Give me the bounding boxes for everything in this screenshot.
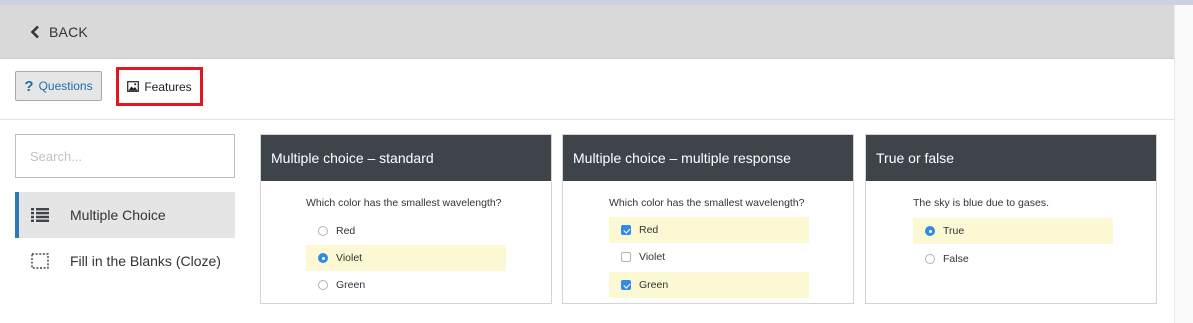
features-button[interactable]: Features xyxy=(116,67,203,106)
card-question: The sky is blue due to gases. xyxy=(913,197,1049,209)
checkbox-checked-icon xyxy=(621,280,631,290)
chevron-left-icon xyxy=(30,25,39,39)
option-row: Red xyxy=(306,218,506,244)
option-label: Red xyxy=(639,224,659,236)
list-icon xyxy=(29,208,51,222)
radio-selected-icon xyxy=(925,226,935,236)
option-label: True xyxy=(943,225,965,237)
sidebar-item-label: Multiple Choice xyxy=(70,207,166,223)
sidebar-item-label: Fill in the Blanks (Cloze) xyxy=(70,253,221,269)
card-question: Which color has the smallest wavelength? xyxy=(306,197,502,209)
questions-label: Questions xyxy=(38,79,93,93)
radio-icon xyxy=(318,226,328,236)
back-label: BACK xyxy=(49,24,88,40)
card-true-or-false[interactable]: True or false The sky is blue due to gas… xyxy=(865,134,1157,304)
option-row: Violet xyxy=(609,244,809,270)
option-label: Violet xyxy=(639,251,666,263)
sidebar-item-multiple-choice[interactable]: Multiple Choice xyxy=(15,192,235,238)
features-label: Features xyxy=(144,79,192,94)
card-multiple-choice-standard[interactable]: Multiple choice – standard Which color h… xyxy=(260,134,552,304)
card-title: Multiple choice – multiple response xyxy=(563,135,853,181)
card-question: Which color has the smallest wavelength? xyxy=(609,197,805,209)
checkbox-icon xyxy=(621,252,631,262)
back-button[interactable]: BACK xyxy=(30,22,88,42)
option-label: Violet xyxy=(336,252,363,264)
image-icon xyxy=(127,81,140,92)
dashed-box-icon xyxy=(29,253,51,269)
search-input[interactable] xyxy=(15,134,235,178)
option-row: True xyxy=(913,218,1113,244)
subnav-toolbar: ? Questions Features xyxy=(0,59,1174,120)
radio-icon xyxy=(925,254,935,264)
card-multiple-choice-multiple-response[interactable]: Multiple choice – multiple response Whic… xyxy=(562,134,854,304)
option-row: Green xyxy=(306,272,506,298)
card-title: Multiple choice – standard xyxy=(261,135,551,181)
option-label: False xyxy=(943,253,969,265)
option-row: False xyxy=(913,246,1113,272)
option-row: Green xyxy=(609,272,809,298)
radio-selected-icon xyxy=(318,253,328,263)
question-mark-icon: ? xyxy=(24,77,34,95)
radio-icon xyxy=(318,280,328,290)
option-label: Green xyxy=(336,279,366,291)
questions-button[interactable]: ? Questions xyxy=(15,71,102,101)
page-scrollbar[interactable] xyxy=(1174,5,1193,323)
header-bar: BACK xyxy=(0,5,1174,59)
option-row: Red xyxy=(609,217,809,243)
checkbox-checked-icon xyxy=(621,225,631,235)
option-label: Red xyxy=(336,225,356,237)
option-label: Green xyxy=(639,279,669,291)
option-row: Violet xyxy=(306,245,506,271)
card-title: True or false xyxy=(866,135,1156,181)
sidebar-item-cloze[interactable]: Fill in the Blanks (Cloze) xyxy=(15,238,235,284)
